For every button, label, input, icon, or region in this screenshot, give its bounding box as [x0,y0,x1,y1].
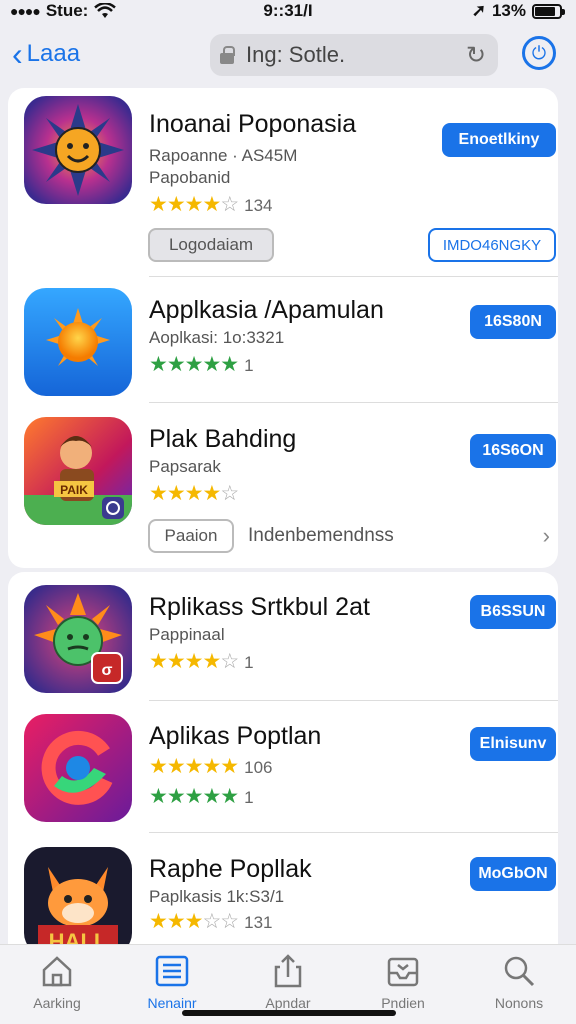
inbox-icon [385,953,421,989]
get-button[interactable]: MoGbON [470,857,556,891]
address-bar[interactable]: Ing: Sotle. ↻ [210,34,498,76]
lock-icon [220,46,235,64]
sun-face-icon [24,96,132,204]
list-item[interactable]: Applkasia /Apamulan Aoplkasi: 1o:3321 ★★… [8,288,558,398]
rating-count-2: 1 [244,788,254,807]
tab-home[interactable]: Aarking [12,953,102,1011]
app-title: Applkasia /Apamulan [149,296,384,324]
list-item[interactable]: Inoanai Poponasia Rapoanne · AS45M Papob… [8,96,558,276]
divider [149,276,558,277]
app-subtitle-2: Papobanid [149,168,231,187]
tab-label: Pndien [381,995,425,1011]
address-text: Ing: Sotle. [246,42,346,67]
home-icon [39,953,75,989]
app-subtitle: Papsarak [149,457,221,476]
share-icon [270,953,306,989]
location-icon: ➚ [471,1,486,20]
app-subtitle: Pappinaal [149,625,225,644]
status-right: ➚ 13% [471,1,565,21]
svg-text:HALL: HALL [49,929,108,944]
rating-count: 106 [244,758,273,777]
divider [149,700,558,701]
home-indicator[interactable] [182,1010,396,1016]
list-item[interactable]: PAIK Plak Bahding Papsarak ★★★★☆ 16S6ON … [8,417,558,567]
chevron-left-icon: ‹ [12,36,23,72]
list-icon [154,953,190,989]
app-title: Inoanai Poponasia [149,110,357,138]
back-button[interactable]: ‹ Laaa [12,38,80,70]
more-link[interactable]: Indenbemendnss [248,525,394,547]
green-face-icon: σ [24,585,132,693]
pill-button[interactable]: Paaion [148,519,234,553]
game-hero-icon: PAIK [24,417,132,525]
app-subtitle: Rapoanne · AS45M [149,146,298,165]
app-title: Plak Bahding [149,425,297,453]
svg-text:σ: σ [102,662,113,679]
divider [149,402,558,403]
rating-stars: ★★★★☆ 134 [149,193,273,216]
secondary-button[interactable]: Logodaiam [148,228,274,262]
sun-icon [24,288,132,396]
swirl-icon [24,714,132,822]
rating-count: 131 [244,913,273,932]
rating-stars: ★★★★☆ 1 [149,650,254,673]
rating-stars: ★★★★★ 1 [149,353,254,376]
fox-icon: HALL [24,847,132,944]
battery-icon [532,3,565,19]
tab-label: Apndar [265,995,311,1011]
search-icon [501,953,537,989]
get-button[interactable]: Elnisunv [470,727,556,761]
get-button[interactable]: Enoetlkiny [442,123,556,157]
status-bar: ●●●● Stue: 9::31/I ➚ 13% [0,0,576,24]
list-item[interactable]: Aplikas Poptlan ★★★★★ 106 ★★★★★ 1 Elnisunv [8,714,558,824]
tab-inbox[interactable]: Pndien [358,953,448,1011]
tab-share[interactable]: Apndar [243,953,333,1011]
divider [149,832,558,833]
app-subtitle: Paplkasis 1k:S3/1 [149,887,285,906]
nav-bar: ‹ Laaa Ing: Sotle. ↻ ⏻ [0,30,576,80]
get-button[interactable]: B6SSUN [470,595,556,629]
back-label: Laaa [26,40,81,67]
battery-percent: 13% [491,1,526,20]
rating-count: 1 [244,356,254,375]
app-title: Rplikass Srtkbul 2at [149,593,370,621]
get-button[interactable]: 16S80N [470,305,556,339]
list-item[interactable]: σ Rplikass Srtkbul 2at Pappinaal ★★★★☆ 1 … [8,585,558,695]
app-list-card-1: Inoanai Poponasia Rapoanne · AS45M Papob… [8,88,558,568]
tab-label: Nonons [494,995,544,1011]
outline-button[interactable]: IMDO46NGKY [428,228,556,262]
get-button[interactable]: 16S6ON [470,434,556,468]
tab-label: Nenainr [147,995,197,1011]
chevron-right-icon[interactable]: › [543,523,550,549]
tab-list[interactable]: Nenainr [127,953,217,1011]
app-title: Raphe Popllak [149,855,312,883]
rating-count: 1 [244,653,254,672]
rating-stars: ★★★☆☆ 131 [149,910,273,933]
rating-stars: ★★★★☆ [149,482,239,505]
rating-stars: ★★★★★ 106 [149,755,273,778]
tab-label: Aarking [33,995,81,1011]
app-title: Aplikas Poptlan [149,722,322,750]
app-subtitle: Aoplkasi: 1o:3321 [149,328,285,347]
tab-search[interactable]: Nonons [474,953,564,1011]
power-icon[interactable]: ⏻ [522,36,556,70]
rating-count: 134 [244,196,273,215]
svg-text:PAIK: PAIK [60,483,88,497]
rating-stars-2: ★★★★★ 1 [149,785,254,808]
reload-icon[interactable]: ↻ [466,41,486,70]
app-list-card-2: σ Rplikass Srtkbul 2at Pappinaal ★★★★☆ 1 … [8,572,558,944]
list-item[interactable]: HALL Raphe Popllak Paplkasis 1k:S3/1 ★★★… [8,847,558,944]
